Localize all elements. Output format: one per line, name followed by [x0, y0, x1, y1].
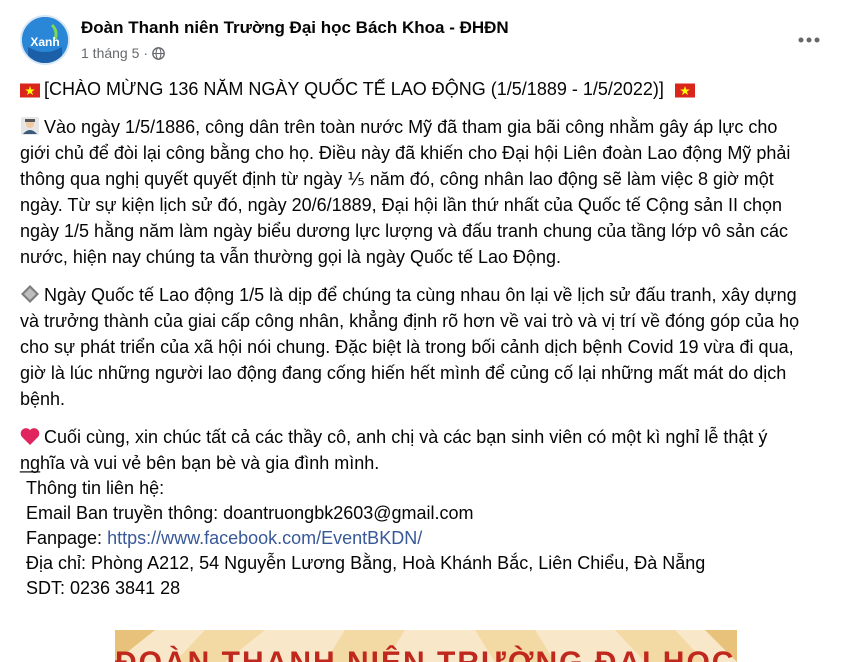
paragraph-line: nước, hiện nay chúng ta vẫn thường gọi l…	[20, 247, 562, 267]
post-title-line: [CHÀO MỪNG 136 NĂM NGÀY QUỐC TẾ LAO ĐỘNG…	[20, 76, 835, 102]
paragraph-text: Vào ngày 1/5/1886, công dân trên toàn nư…	[44, 117, 778, 137]
avatar-text: Xanh	[30, 35, 59, 49]
post-image[interactable]: ĐOÀN THANH NIÊN TRƯỜNG ĐẠI HỌC BÁCH KHOA	[115, 630, 737, 662]
fanpage-label: Fanpage:	[26, 528, 108, 548]
paragraph-line: cho sự phát triển của xã hội nói chung. …	[20, 337, 794, 357]
divider-underscores: __	[20, 453, 41, 473]
page-avatar[interactable]: Xanh	[20, 15, 70, 65]
fanpage-link[interactable]: https://www.facebook.com/EventBKDN/	[107, 528, 422, 548]
paragraph-line: Cuối cùng, xin chúc tất cả các thầy cô, …	[20, 424, 835, 450]
facebook-post: Xanh Đoàn Thanh niên Trường Đại học Bách…	[0, 0, 852, 662]
more-options-button[interactable]	[793, 24, 825, 56]
more-options-icon	[798, 37, 820, 43]
meta-separator: ·	[143, 45, 149, 61]
vietnam-flag-icon	[674, 83, 695, 98]
post-timestamp[interactable]: 1 tháng 5	[81, 45, 139, 61]
post-title-paragraph: [CHÀO MỪNG 136 NĂM NGÀY QUỐC TẾ LAO ĐỘNG…	[20, 76, 835, 102]
paragraph-line: ngày 1/5 hằng năm làm ngày biểu dương lự…	[20, 221, 789, 241]
paragraph-meaning: Ngày Quốc tế Lao động 1/5 là dịp để chún…	[20, 282, 835, 412]
avatar-logo: Xanh	[22, 17, 68, 63]
paragraph-line: bệnh.	[20, 389, 66, 409]
paragraph-text: Cuối cùng, xin chúc tất cả các thầy cô, …	[44, 427, 768, 447]
contact-info: __ Thông tin liên hệ: Email Ban truyền t…	[20, 451, 705, 601]
banner-title: ĐOÀN THANH NIÊN TRƯỜNG ĐẠI HỌC BÁCH KHOA	[115, 646, 737, 662]
heart-icon	[20, 428, 40, 445]
paragraph-line: và trưởng thành của giai cấp công nhân, …	[20, 311, 800, 331]
post-title-text: [CHÀO MỪNG 136 NĂM NGÀY QUỐC TẾ LAO ĐỘNG…	[44, 79, 664, 99]
contact-email: Email Ban truyền thông: doantruongbk2603…	[26, 503, 474, 523]
post-body: [CHÀO MỪNG 136 NĂM NGÀY QUỐC TẾ LAO ĐỘNG…	[20, 76, 835, 488]
contact-phone: SDT: 0236 3841 28	[26, 578, 181, 598]
vietnam-flag-icon	[20, 83, 40, 98]
post-meta: 1 tháng 5 ·	[81, 45, 165, 61]
paragraph-line: giờ là lúc những người lao động đang cốn…	[20, 363, 787, 383]
paragraph-line: Vào ngày 1/5/1886, công dân trên toàn nư…	[20, 114, 835, 140]
contact-address: Địa chỉ: Phòng A212, 54 Nguyễn Lương Bằn…	[26, 553, 706, 573]
paragraph-line: ngày. Từ sự kiện lịch sử đó, ngày 20/6/1…	[20, 195, 782, 215]
paragraph-line: thông qua nghị quyết quyết định từ ngày …	[20, 169, 774, 189]
paragraph-line: giới chủ để đòi lại công bằng cho họ. Đi…	[20, 143, 791, 163]
page-name-link[interactable]: Đoàn Thanh niên Trường Đại học Bách Khoa…	[81, 18, 509, 38]
globe-icon	[152, 46, 165, 60]
contact-fanpage: Fanpage: https://www.facebook.com/EventB…	[20, 526, 705, 551]
paragraph-line: Ngày Quốc tế Lao động 1/5 là dịp để chún…	[20, 282, 835, 308]
worker-icon	[21, 117, 39, 135]
paragraph-text: Ngày Quốc tế Lao động 1/5 là dịp để chún…	[44, 285, 797, 305]
diamond-icon	[21, 285, 39, 303]
paragraph-history: Vào ngày 1/5/1886, công dân trên toàn nư…	[20, 114, 835, 270]
contact-heading: Thông tin liên hệ:	[26, 478, 165, 498]
